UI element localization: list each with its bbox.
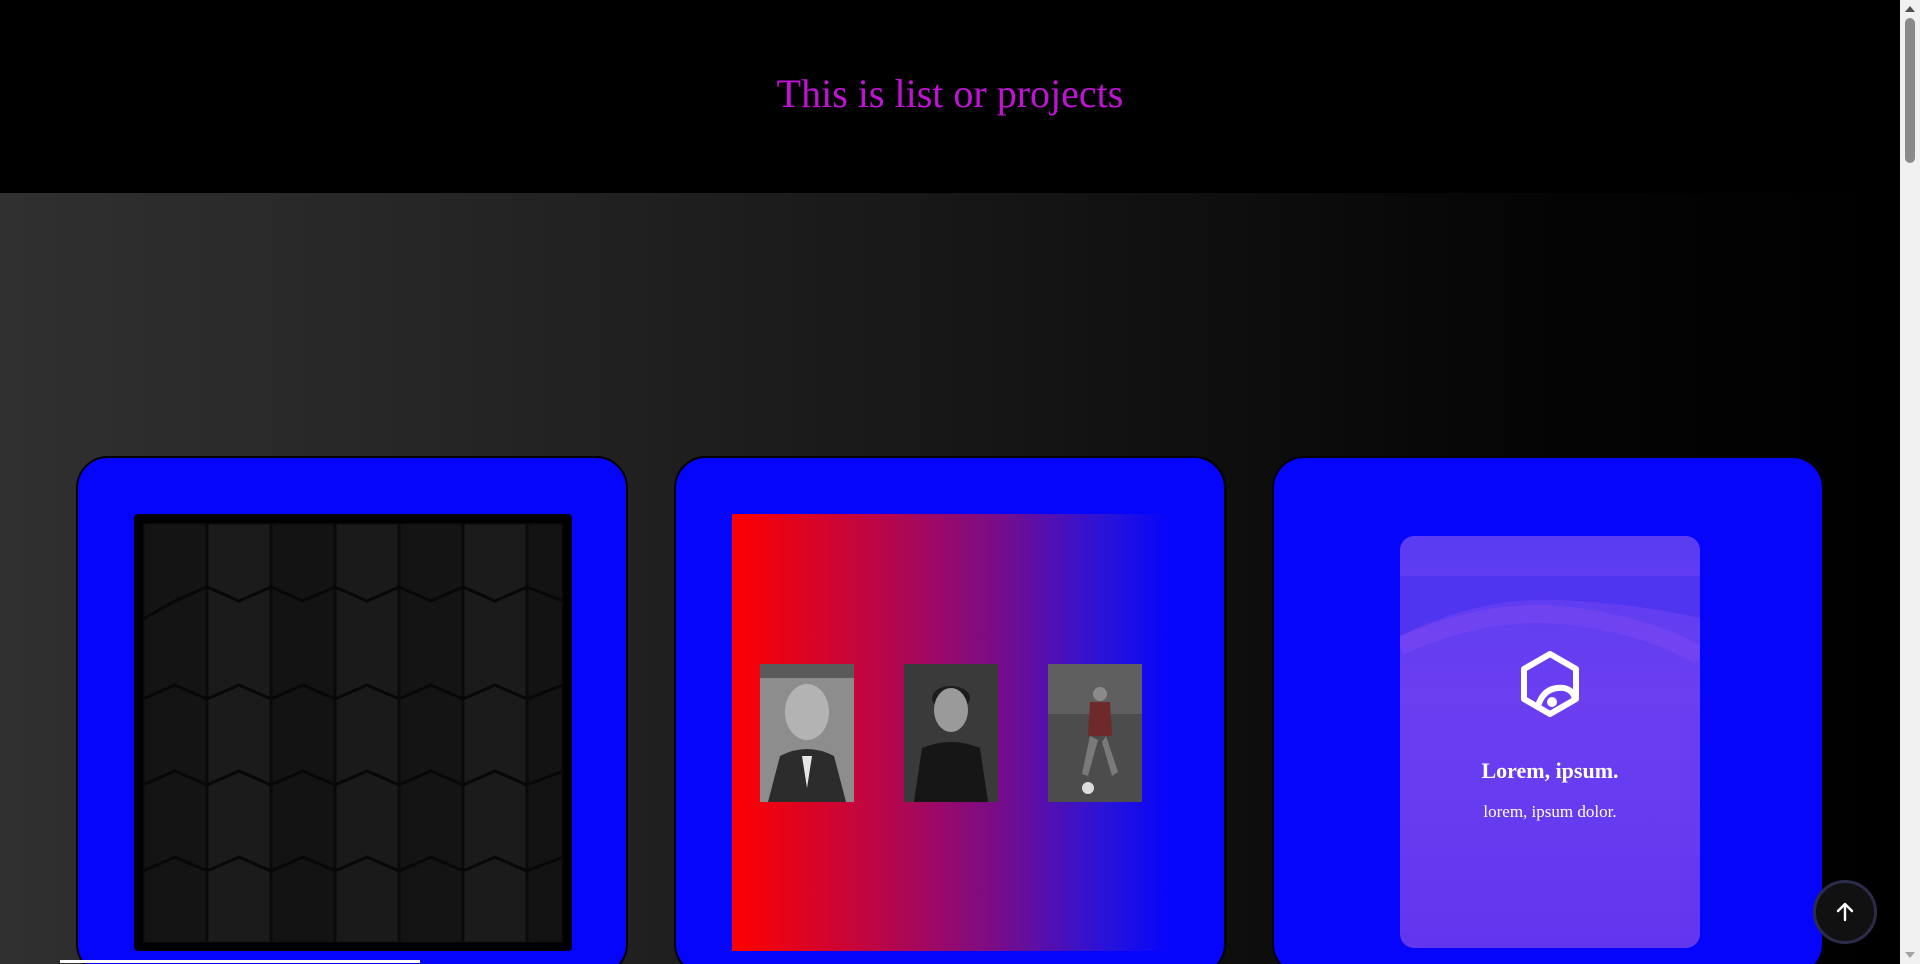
- feature-card[interactable]: Lorem, ipsum. lorem, ipsum dolor.: [1272, 456, 1824, 964]
- page: This is list or projects Lorem, ipsum. l…: [0, 0, 1900, 964]
- hexagon-pattern: [143, 523, 563, 943]
- vertical-scrollbar[interactable]: [1900, 0, 1920, 964]
- photo-young-man[interactable]: [904, 664, 998, 802]
- hexagon-logo-icon: [1521, 651, 1579, 717]
- gradient-gallery: [732, 514, 1170, 951]
- photo-man-suit[interactable]: [760, 664, 854, 802]
- photo-soccer-player[interactable]: [1048, 664, 1142, 802]
- scroll-down-arrow-icon[interactable]: [1905, 952, 1915, 958]
- scrollbar-thumb[interactable]: [1905, 18, 1915, 163]
- page-header: This is list or projects: [0, 0, 1900, 193]
- feature-subtitle: lorem, ipsum dolor.: [1483, 802, 1617, 821]
- feature-title: Lorem, ipsum.: [1481, 758, 1619, 783]
- feature-mini-card: Lorem, ipsum. lorem, ipsum dolor.: [1400, 536, 1700, 948]
- arrow-up-icon: [1836, 902, 1854, 922]
- page-title: This is list or projects: [776, 71, 1124, 116]
- scroll-up-arrow-icon[interactable]: [1905, 6, 1915, 12]
- scroll-to-top-button[interactable]: [1813, 880, 1877, 944]
- hexagon-pattern-panel: [134, 514, 572, 951]
- hexagon-pattern-card[interactable]: [76, 456, 628, 964]
- progress-line: [60, 960, 420, 963]
- photo-gallery-card[interactable]: [674, 456, 1226, 964]
